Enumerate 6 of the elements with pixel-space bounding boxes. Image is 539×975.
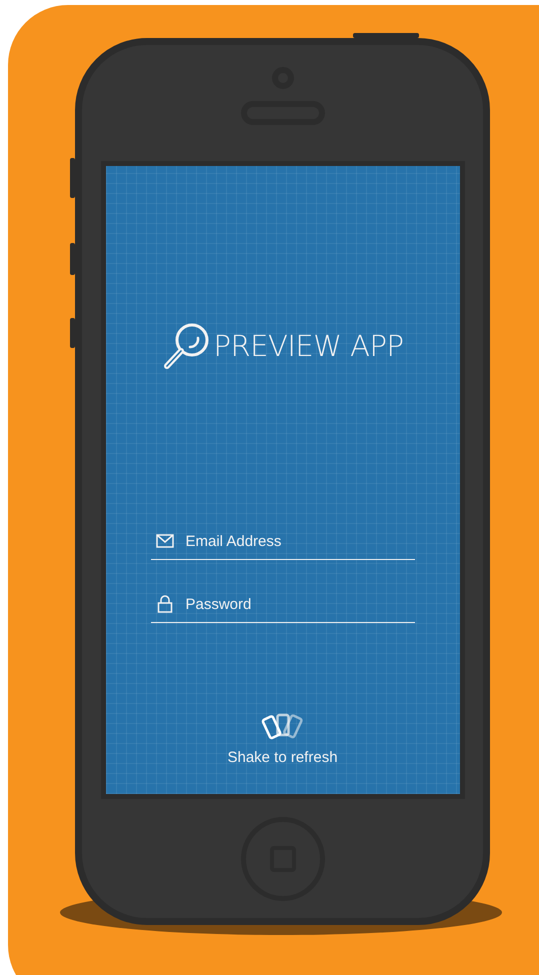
shake-hint: Shake to refresh (227, 749, 338, 766)
app-logo-text: PREVIEW APP (214, 329, 404, 363)
password-field[interactable]: Password (186, 596, 414, 612)
email-field[interactable]: Email Address (186, 532, 414, 550)
lock-icon (156, 595, 174, 613)
envelope-icon (156, 534, 174, 548)
